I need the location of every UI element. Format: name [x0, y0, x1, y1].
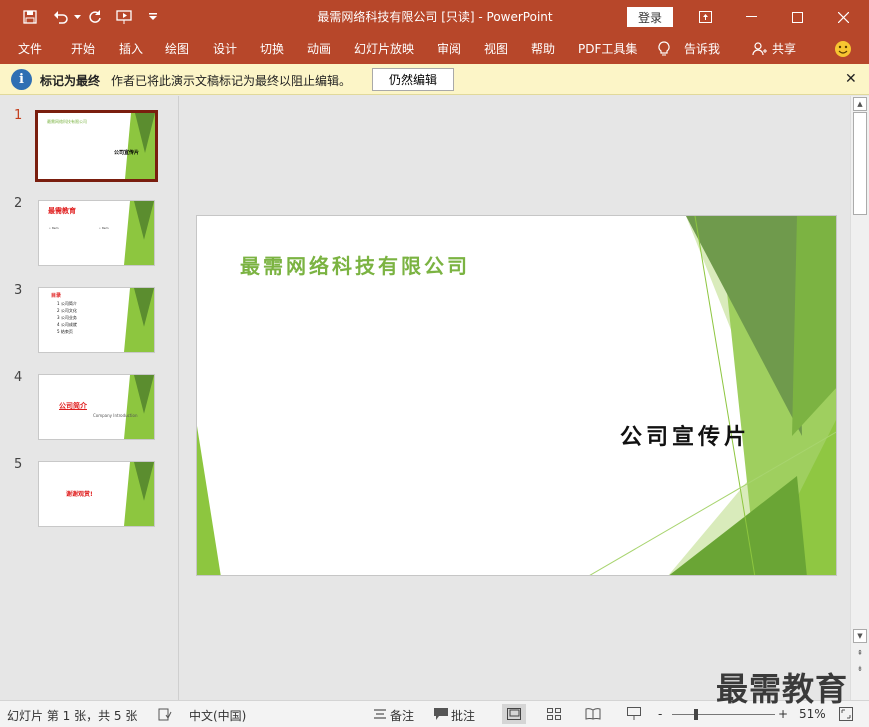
ribbon-tab-bar: 文件 开始 插入 绘图 设计 切换 动画 幻灯片放映 审阅 视图 帮助 PDF工… [0, 34, 869, 64]
thumbnail-number: 4 [14, 370, 23, 385]
thumbnail-text: 5 结束页 [57, 329, 73, 334]
login-button[interactable]: 登录 [627, 7, 673, 27]
green-decoration [124, 288, 154, 352]
lightbulb-icon[interactable] [658, 34, 672, 64]
info-icon: i [11, 69, 32, 90]
share-button[interactable]: 共享 [772, 34, 796, 64]
slide-thumbnail-3[interactable]: 目录 1 公司简介 2 公司文化 3 公司业务 4 公司成就 5 结束页 [38, 287, 155, 353]
green-decoration [124, 375, 154, 439]
document-title: 最需网络科技有限公司 [只读] - PowerPoint [317, 10, 553, 24]
maximize-icon[interactable] [774, 0, 820, 34]
accessibility-check-icon[interactable] [155, 704, 175, 724]
tab-slideshow[interactable]: 幻灯片放映 [354, 34, 414, 64]
tell-me-search[interactable]: 告诉我 [684, 34, 720, 64]
vertical-scrollbar[interactable]: ▲ ▼ ⇞ ⇟ [850, 96, 869, 700]
thumbnail-text: 4 公司成就 [57, 322, 77, 327]
slide-company-title[interactable]: 最需网络科技有限公司 [240, 250, 470, 279]
infobar-title: 标记为最终 [40, 74, 101, 88]
tab-file[interactable]: 文件 [18, 34, 42, 64]
thumbnail-text: • Item [49, 226, 59, 230]
slideshow-from-start-icon[interactable] [114, 6, 136, 28]
slide-thumbnail-pane[interactable]: 1 最需网络科技有限公司 公司宣传片 2 最需教育 • Item • Item … [0, 96, 179, 700]
thumbnail-text: Company Introduction [93, 413, 138, 418]
green-decoration [124, 462, 154, 526]
tab-pdf-tools[interactable]: PDF工具集 [578, 34, 637, 64]
comments-icon[interactable] [431, 704, 451, 724]
infobar-message: 作者已将此演示文稿标记为最终以阻止编辑。 [111, 74, 352, 88]
scroll-down-icon[interactable]: ▼ [853, 629, 867, 643]
undo-dropdown-icon[interactable] [72, 6, 82, 28]
slideshow-view-icon[interactable] [624, 704, 644, 724]
share-person-icon[interactable] [752, 34, 770, 64]
thumbnail-number: 5 [14, 457, 23, 472]
customize-qat-icon[interactable] [142, 6, 164, 28]
thumbnail-text: 公司宣传片 [114, 150, 140, 156]
tab-transitions[interactable]: 切换 [260, 34, 284, 64]
zoom-slider[interactable] [672, 714, 775, 715]
undo-icon[interactable] [50, 6, 72, 28]
thumbnail-text: • Item [99, 226, 109, 230]
tab-design[interactable]: 设计 [213, 34, 237, 64]
mark-as-final-infobar: i 标记为最终 作者已将此演示文稿标记为最终以阻止编辑。 仍然编辑 ✕ [0, 64, 869, 95]
previous-slide-icon[interactable]: ⇞ [853, 647, 867, 661]
thumbnail-text: 最需网络科技有限公司 [47, 119, 87, 124]
tab-view[interactable]: 视图 [484, 34, 508, 64]
comments-button[interactable]: 批注 [451, 707, 475, 724]
tab-insert[interactable]: 插入 [119, 34, 143, 64]
zoom-out-button[interactable]: - [658, 707, 662, 721]
thumbnail-text: 3 公司业务 [57, 315, 77, 320]
thumbnail-text: 公司简介 [59, 402, 87, 410]
thumbnail-number: 2 [14, 196, 23, 211]
ribbon-display-options-icon[interactable] [682, 0, 728, 34]
current-slide[interactable]: 最需网络科技有限公司 公司宣传片 [196, 215, 837, 576]
zoom-slider-thumb[interactable] [694, 709, 698, 720]
close-icon[interactable] [820, 0, 866, 34]
reading-view-icon[interactable] [583, 704, 603, 724]
smiley-feedback-icon[interactable] [834, 34, 854, 64]
tab-help[interactable]: 帮助 [531, 34, 555, 64]
notes-button[interactable]: 备注 [390, 707, 414, 724]
thumbnail-number: 1 [14, 108, 23, 123]
thumbnail-number: 3 [14, 283, 23, 298]
tab-review[interactable]: 审阅 [437, 34, 461, 64]
tab-draw[interactable]: 绘图 [165, 34, 189, 64]
slide-thumbnail-5[interactable]: 谢谢观赏! [38, 461, 155, 527]
normal-view-icon[interactable] [502, 704, 526, 724]
next-slide-icon[interactable]: ⇟ [853, 663, 867, 677]
thumbnail-text: 2 公司文化 [57, 308, 77, 313]
minimize-icon[interactable] [728, 0, 774, 34]
slide-thumbnail-1[interactable]: 最需网络科技有限公司 公司宣传片 [35, 110, 158, 182]
slide-editor[interactable]: 最需网络科技有限公司 公司宣传片 [180, 96, 850, 700]
slide-thumbnail-4[interactable]: 公司简介 Company Introduction [38, 374, 155, 440]
save-icon[interactable] [19, 6, 41, 28]
green-decoration [125, 113, 155, 179]
slide-sorter-view-icon[interactable] [544, 704, 564, 724]
slide-subtitle[interactable]: 公司宣传片 [620, 419, 750, 451]
thumbnail-text: 目录 [51, 293, 62, 299]
slide-thumbnail-2[interactable]: 最需教育 • Item • Item [38, 200, 155, 266]
title-bar: 最需网络科技有限公司 [只读] - PowerPoint 登录 [0, 0, 869, 34]
thumbnail-text: 1 公司简介 [57, 301, 77, 306]
close-icon[interactable]: ✕ [845, 71, 857, 87]
green-decoration [124, 201, 154, 265]
slide-count: 幻灯片 第 1 张，共 5 张 [7, 709, 138, 723]
edit-anyway-button[interactable]: 仍然编辑 [372, 68, 454, 91]
language-indicator[interactable]: 中文(中国) [189, 707, 246, 724]
tab-home[interactable]: 开始 [71, 34, 95, 64]
watermark-logo: 最需教育 [716, 670, 849, 708]
thumbnail-text: 谢谢观赏! [66, 491, 93, 498]
tab-animations[interactable]: 动画 [307, 34, 331, 64]
scrollbar-thumb[interactable] [853, 112, 867, 215]
notes-icon[interactable] [370, 704, 390, 724]
redo-icon[interactable] [84, 6, 106, 28]
thumbnail-text: 最需教育 [48, 207, 76, 215]
scroll-up-icon[interactable]: ▲ [853, 97, 867, 111]
